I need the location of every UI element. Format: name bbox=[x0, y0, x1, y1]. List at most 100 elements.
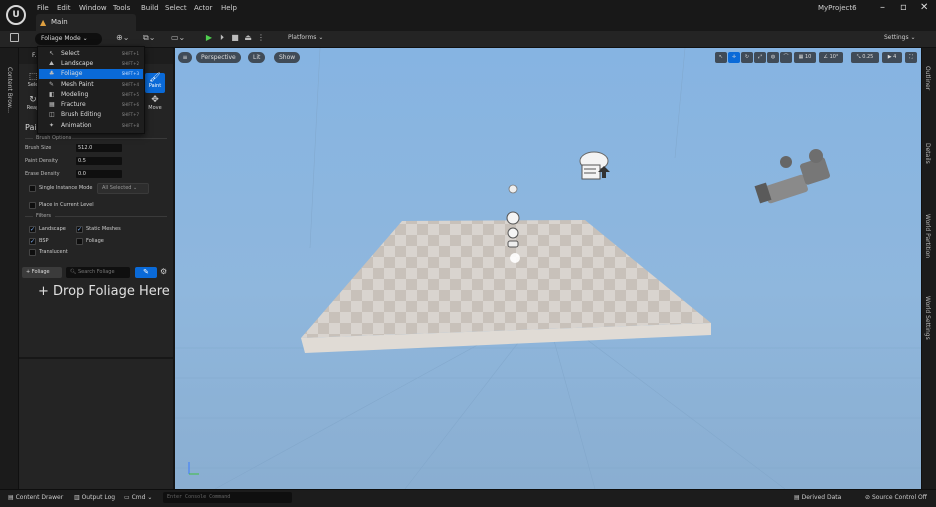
filter-landscape-checkbox[interactable]: ✓ bbox=[29, 226, 36, 233]
mode-menu-item-landscape[interactable]: ⛰ Landscape SHIFT+2 bbox=[39, 59, 143, 69]
menu-window[interactable]: Window bbox=[79, 4, 107, 12]
rotate-icon[interactable]: ↻ bbox=[741, 52, 753, 63]
outliner-tab[interactable]: Outliner bbox=[924, 66, 931, 90]
translate-icon[interactable]: ✛ bbox=[728, 52, 740, 63]
erase-density-field[interactable]: 0.0 bbox=[76, 170, 122, 178]
menu-actor[interactable]: Actor bbox=[194, 4, 212, 12]
cmd-label: Cmd ⌄ bbox=[131, 494, 153, 501]
panel-divider bbox=[19, 357, 173, 359]
mode-menu-item-select[interactable]: ↖ Select SHIFT+1 bbox=[39, 49, 143, 59]
menu-tools[interactable]: Tools bbox=[113, 4, 130, 12]
menu-edit[interactable]: Edit bbox=[57, 4, 71, 12]
search-foliage-input[interactable]: 🔍︎ Search Foliage bbox=[66, 267, 130, 278]
mode-menu-item-animation[interactable]: ✦ Animation SHIFT+8 bbox=[39, 121, 143, 131]
world-settings-tab[interactable]: World Settings bbox=[924, 296, 931, 340]
paint-density-field[interactable]: 0.5 bbox=[76, 157, 122, 165]
paint-toggle-button[interactable]: ✎ bbox=[135, 267, 157, 278]
perspective-button[interactable]: Perspective bbox=[196, 52, 241, 63]
scale-icon[interactable]: ⤢ bbox=[754, 52, 766, 63]
save-icon[interactable] bbox=[10, 33, 19, 42]
source-control-button[interactable]: ⊘ Source Control Off bbox=[865, 494, 927, 501]
move-icon: ✥ bbox=[151, 95, 159, 105]
output-log-icon: ▥ bbox=[74, 494, 82, 501]
grid-snap-control[interactable]: ▦ 10 bbox=[794, 52, 816, 63]
place-current-level-checkbox[interactable] bbox=[29, 202, 36, 209]
mode-menu-item-brush-editing[interactable]: ◫ Brush Editing SHIFT+7 bbox=[39, 110, 143, 120]
maximize-button[interactable]: ▫ bbox=[900, 2, 907, 13]
drop-foliage-area[interactable]: + Drop Foliage Here bbox=[38, 284, 170, 299]
level-viewport[interactable] bbox=[175, 48, 921, 489]
settings-button[interactable]: Settings ⌄ bbox=[884, 34, 916, 41]
unreal-logo-icon[interactable]: U bbox=[6, 5, 26, 25]
output-log-button[interactable]: ▥ Output Log bbox=[74, 494, 115, 501]
move-tool[interactable]: ✥ Move bbox=[145, 95, 165, 111]
place-current-level-label: Place in Current Level bbox=[39, 202, 94, 208]
close-button[interactable]: ✕ bbox=[920, 2, 928, 13]
stop-icon[interactable]: ■ bbox=[230, 33, 240, 43]
cmd-icon: ▭ bbox=[124, 494, 132, 501]
paint-tool-label: Paint bbox=[148, 83, 162, 89]
camera-speed-control[interactable]: ▶ 4 bbox=[882, 52, 902, 63]
platforms-button[interactable]: Platforms ⌄ bbox=[288, 34, 323, 41]
maximize-viewport-icon[interactable]: ⛶ bbox=[905, 52, 917, 63]
mode-menu-item-modeling[interactable]: ◧ Modeling SHIFT+5 bbox=[39, 90, 143, 100]
single-instance-dropdown[interactable]: All Selected ⌄ bbox=[97, 183, 149, 194]
viewport-menu-button[interactable]: ≡ bbox=[178, 52, 192, 63]
play-icon[interactable]: ▶ bbox=[204, 33, 214, 43]
content-drawer-label: Content Drawer bbox=[15, 494, 64, 501]
filter-bsp-checkbox[interactable]: ✓ bbox=[29, 238, 36, 245]
derived-data-button[interactable]: ▤ Derived Data bbox=[794, 494, 841, 501]
fracture-icon: ▦ bbox=[49, 101, 55, 108]
foliage-icon: ♣ bbox=[49, 70, 55, 77]
world-partition-tab[interactable]: World Partition bbox=[924, 214, 931, 258]
gear-icon[interactable]: ⚙ bbox=[160, 267, 167, 276]
select-mode-icon[interactable]: ↖ bbox=[715, 52, 727, 63]
menu-item-shortcut: SHIFT+8 bbox=[121, 123, 139, 128]
grid-snap-value: 10 bbox=[804, 54, 812, 60]
minimize-button[interactable]: – bbox=[880, 2, 885, 13]
console-input[interactable]: Enter Console Command bbox=[163, 492, 292, 503]
level-tab-main[interactable]: ▲ Main bbox=[36, 14, 136, 31]
details-tab[interactable]: Details bbox=[924, 143, 931, 164]
menu-file[interactable]: File bbox=[37, 4, 49, 12]
modeling-icon: ◧ bbox=[49, 91, 55, 98]
menu-select[interactable]: Select bbox=[165, 4, 187, 12]
add-content-icon[interactable]: ⊕⌄ bbox=[116, 33, 129, 42]
mode-menu-item-foliage[interactable]: ♣ Foliage SHIFT+3 bbox=[39, 69, 143, 79]
mode-menu-item-fracture[interactable]: ▦ Fracture SHIFT+6 bbox=[39, 100, 143, 110]
filter-static-meshes-checkbox[interactable]: ✓ bbox=[76, 226, 83, 233]
mode-menu-item-mesh-paint[interactable]: ✎ Mesh Paint SHIFT+4 bbox=[39, 80, 143, 90]
mode-selector-button[interactable]: Foliage Mode ⌄ bbox=[35, 33, 102, 45]
single-instance-checkbox[interactable] bbox=[29, 185, 36, 192]
menu-item-shortcut: SHIFT+6 bbox=[121, 102, 139, 107]
move-tool-label: Move bbox=[148, 105, 162, 111]
eject-icon[interactable]: ⏏ bbox=[243, 33, 253, 43]
project-name: MyProject6 bbox=[818, 4, 857, 12]
cmd-dropdown[interactable]: ▭ Cmd ⌄ bbox=[124, 494, 152, 501]
left-sidebar-strip bbox=[0, 48, 19, 489]
lit-button[interactable]: Lit bbox=[248, 52, 266, 63]
add-foliage-button[interactable]: + Foliage bbox=[22, 267, 62, 278]
brush-size-field[interactable]: 512.0 bbox=[76, 144, 122, 152]
blueprint-icon[interactable]: ⧉⌄ bbox=[143, 33, 155, 43]
content-browser-tab[interactable]: Content Brow... bbox=[6, 67, 13, 113]
mesh-paint-icon: ✎ bbox=[49, 81, 55, 88]
cinematics-icon[interactable]: ▭⌄ bbox=[171, 33, 185, 42]
rotation-snap-control[interactable]: ∠ 10° bbox=[819, 52, 843, 63]
more-options-icon[interactable]: ⋮ bbox=[256, 33, 266, 43]
single-instance-label: Single Instance Mode bbox=[39, 185, 93, 191]
surface-snap-icon[interactable]: ⌒ bbox=[780, 52, 792, 63]
filter-foliage-checkbox[interactable] bbox=[76, 238, 83, 245]
menu-help[interactable]: Help bbox=[221, 4, 237, 12]
paint-tool[interactable]: 🖌 Paint bbox=[145, 73, 165, 93]
content-drawer-button[interactable]: ▤ Content Drawer bbox=[8, 494, 63, 501]
brush-editing-icon: ◫ bbox=[49, 111, 55, 118]
menu-build[interactable]: Build bbox=[141, 4, 159, 12]
world-local-icon[interactable]: ◍ bbox=[767, 52, 779, 63]
paint-density-label: Paint Density bbox=[25, 158, 58, 164]
step-icon[interactable]: ⏵ bbox=[217, 33, 227, 43]
scale-snap-control[interactable]: ⤡ 0.25 bbox=[851, 52, 879, 63]
filter-translucent-checkbox[interactable] bbox=[29, 249, 36, 256]
show-button[interactable]: Show bbox=[274, 52, 301, 63]
menu-item-shortcut: SHIFT+5 bbox=[121, 92, 139, 97]
